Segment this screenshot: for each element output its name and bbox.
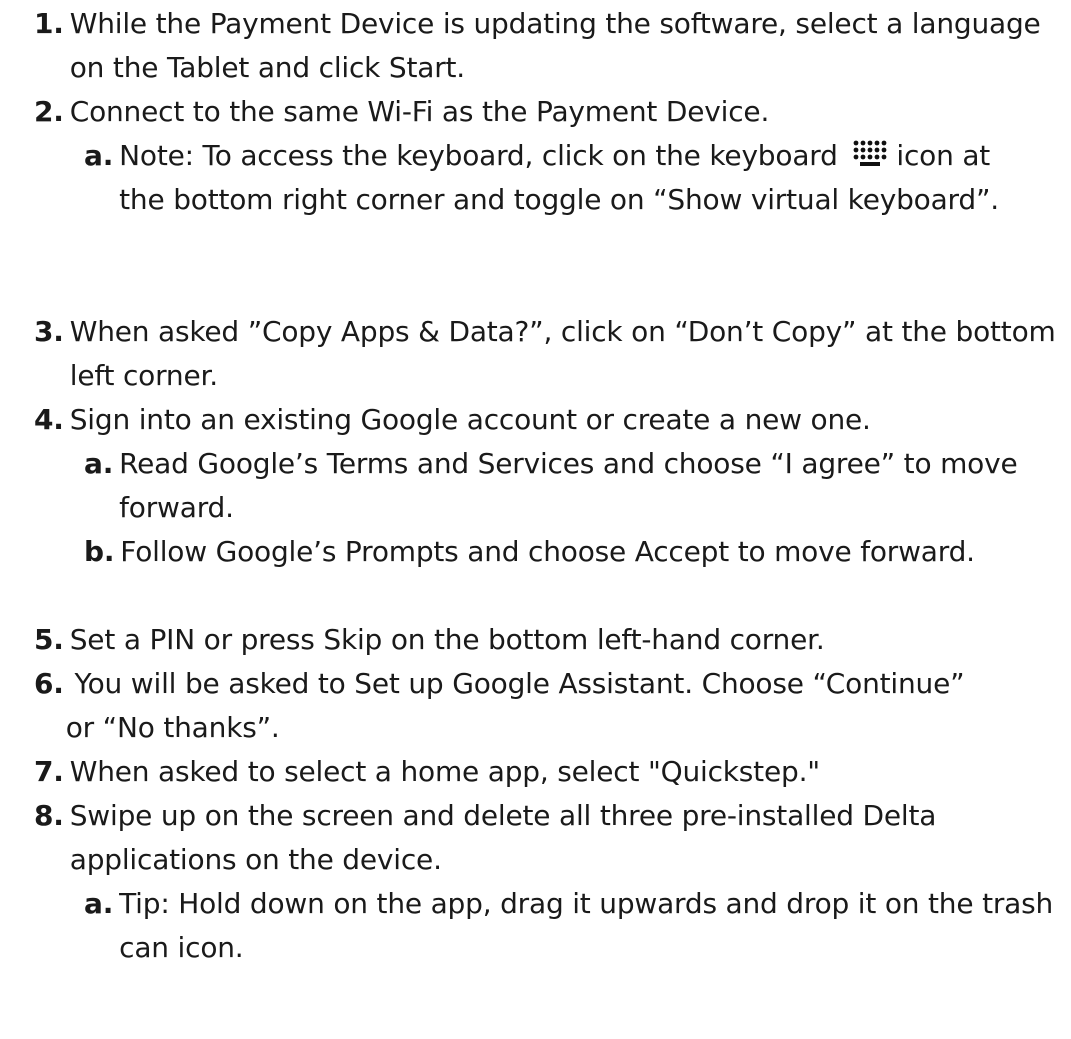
note-text-before: Note: To access the keyboard, click on t…: [119, 139, 838, 172]
step-text: Swipe up on the screen and delete all th…: [69, 799, 937, 876]
step-2a: a. Note: To access the keyboard, click o…: [84, 134, 1024, 222]
step-7: 7. When asked to select a home app, sele…: [34, 750, 1044, 794]
step-1: 1. While the Payment Device is updating …: [34, 2, 1044, 90]
step-number: 2.: [34, 95, 64, 128]
step-text: Connect to the same Wi-Fi as the Payment…: [69, 95, 770, 128]
step-4b: b. Follow Google’s Prompts and choose Ac…: [84, 530, 1024, 574]
step-text: You will be asked to Set up Google Assis…: [65, 667, 974, 744]
step-2: 2. Connect to the same Wi-Fi as the Paym…: [34, 90, 1044, 134]
step-3: 3. When asked ”Copy Apps & Data?”, click…: [34, 310, 1064, 398]
instruction-document: 1. While the Payment Device is updating …: [0, 0, 1071, 1039]
step-number: 8.: [34, 799, 64, 832]
step-number: b.: [84, 535, 115, 568]
step-text: Follow Google’s Prompts and choose Accep…: [120, 535, 975, 568]
step-number: 1.: [34, 7, 64, 40]
step-text: Note: To access the keyboard, click on t…: [113, 134, 1024, 222]
step-text: Tip: Hold down on the app, drag it upwar…: [119, 887, 1054, 964]
step-number: 7.: [34, 755, 64, 788]
step-text: Sign into an existing Google account or …: [69, 403, 871, 436]
step-8a: a. Tip: Hold down on the app, drag it up…: [84, 882, 1064, 970]
step-number: 6.: [34, 667, 64, 700]
step-8: 8. Swipe up on the screen and delete all…: [34, 794, 974, 882]
step-number: a.: [84, 887, 114, 920]
step-6: 6. You will be asked to Set up Google As…: [34, 662, 984, 750]
step-number: a.: [84, 139, 114, 172]
step-number: 5.: [34, 623, 64, 656]
step-5: 5. Set a PIN or press Skip on the bottom…: [34, 618, 1044, 662]
step-number: a.: [84, 447, 114, 480]
step-4: 4. Sign into an existing Google account …: [34, 398, 1044, 442]
step-number: 4.: [34, 403, 64, 436]
keyboard-icon: [852, 136, 888, 166]
step-text: Read Google’s Terms and Services and cho…: [119, 447, 1018, 524]
step-4a: a. Read Google’s Terms and Services and …: [84, 442, 1064, 530]
step-text: Set a PIN or press Skip on the bottom le…: [69, 623, 825, 656]
step-text: When asked to select a home app, select …: [69, 755, 820, 788]
step-number: 3.: [34, 315, 64, 348]
step-text: While the Payment Device is updating the…: [69, 7, 1041, 84]
step-text: When asked ”Copy Apps & Data?”, click on…: [69, 315, 1056, 392]
